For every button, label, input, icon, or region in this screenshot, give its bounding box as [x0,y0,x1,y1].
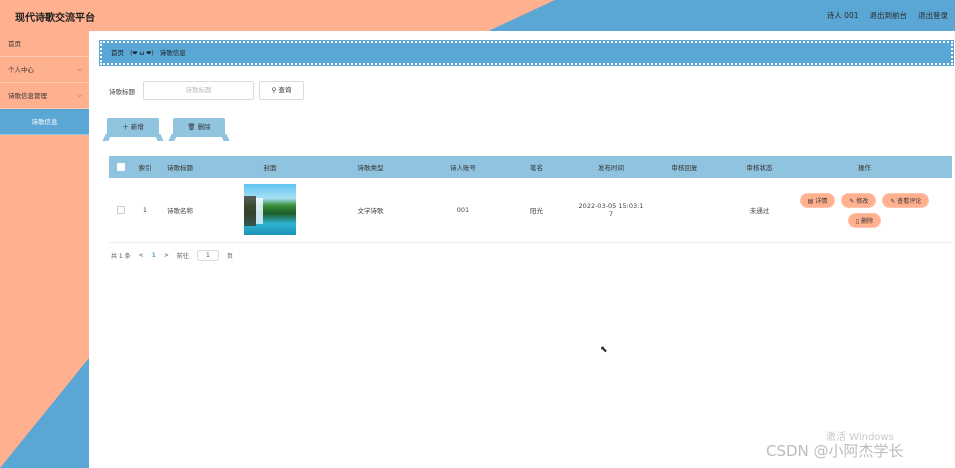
edit-icon: ✎ [890,197,896,205]
row-delete-button-label: 删除 [861,217,874,225]
row-account: 001 [456,206,470,214]
row-publish-time: 2022-03-05 15:03:1 7 [575,202,647,218]
sidebar-item-label: 诗歌信息管理 [8,92,47,100]
delete-button-label: 删除 [197,123,211,131]
header-index: 索引 [138,164,152,172]
view-comments-button-label: 查看评论 [897,197,922,205]
poetry-table: 索引 诗歌标题 封面 诗歌类型 诗人账号 笔名 发布时间 审核回复 审核状态 操… [109,156,952,243]
header-cover: 封面 [263,164,277,172]
edit-icon: ✎ [849,197,855,205]
chevron-down-icon: ⌵ [77,92,82,99]
trash-icon: 🗑 [187,123,196,131]
row-title: 诗歌名称 [167,207,193,215]
detail-button[interactable]: ▤ 详情 [799,192,836,208]
batch-delete-button[interactable]: 🗑 删除 [173,118,225,137]
row-ops-group: ▤ 详情 ✎ 修改 ✎ 查看评论 ▯ 删除 [797,192,932,228]
plus-icon: ＋ [122,123,129,131]
header-operations: 操作 [858,164,871,172]
row-pen-name: 阳光 [530,207,543,215]
goto-suffix: 页 [226,253,233,260]
goto-label: 前往 [176,253,189,260]
cover-waterfall-shape [256,197,263,224]
row-operations: ▤ 详情 ✎ 修改 ✎ 查看评论 ▯ 删除 [797,192,932,228]
sidebar-item-poetry-management[interactable]: 诗歌信息管理 ⌵ [0,83,89,109]
header-pen-name: 笔名 [530,164,543,172]
header-publish-time: 发布时间 [598,164,624,172]
trash-icon: ▯ [855,217,860,225]
search-icon: ⚲ [271,86,277,94]
row-publish-time-line2: 7 [608,210,614,218]
table-header: 索引 诗歌标题 封面 诗歌类型 诗人账号 笔名 发布时间 审核回复 审核状态 操… [109,156,952,178]
title-search-input[interactable]: 诗歌标题 [143,81,254,100]
top-header: 现代诗歌交流平台 诗人 001 退出到前台 退出登录 [0,0,955,31]
breadcrumb-separator: (❤ ω ❤) [130,50,154,57]
table-row: 1 诗歌名称 文学诗歌 001 阳光 2022-03-05 15:03:1 7 … [109,178,952,243]
search-label: 诗歌标题 [109,87,135,96]
edit-button-label: 修改 [856,197,869,205]
csdn-watermark: CSDN @小阿杰学长 [766,442,904,460]
header-title: 诗歌标题 [167,164,193,172]
breadcrumb-current: 诗歌信息 [159,49,186,57]
header-type: 诗歌类型 [357,164,384,172]
mouse-cursor-icon: ⬉ [600,345,608,355]
row-type: 文学诗歌 [357,207,384,215]
pagination: 共 1 条 < 1 > 前往 1 页 [111,250,233,261]
query-button[interactable]: ⚲ 查询 [259,81,304,100]
search-bar: 诗歌标题 诗歌标题 ⚲ 查询 [109,81,304,100]
header-account: 诗人账号 [450,164,476,172]
breadcrumb-home[interactable]: 首页 [111,49,124,57]
edit-button[interactable]: ✎ 修改 [841,192,877,208]
back-to-front-link[interactable]: 退出到前台 [870,10,908,21]
row-select-cell [109,206,133,214]
sidebar-item-home[interactable]: 首页 [0,31,89,57]
action-buttons: ＋ 新增 🗑 删除 [107,118,225,137]
select-all-checkbox[interactable] [117,163,125,171]
row-index: 1 [142,206,148,214]
sidebar-item-personal-center[interactable]: 个人中心 ⌵ [0,57,89,83]
next-page-button[interactable]: > [164,252,169,259]
sidebar-item-label: 首页 [8,40,21,48]
sidebar-submenu: 诗歌信息 [0,109,89,135]
app-title: 现代诗歌交流平台 [15,13,95,24]
row-review-status: 未通过 [749,207,770,215]
header-review-status: 审核状态 [746,164,773,172]
header-review-reply: 审核回复 [671,164,698,172]
select-all-cell [109,163,133,171]
sidebar-blue-decoration [0,358,89,468]
document-icon: ▤ [807,197,814,205]
view-comments-button[interactable]: ✎ 查看评论 [882,192,930,208]
sidebar: 首页 个人中心 ⌵ 诗歌信息管理 ⌵ 诗歌信息 [0,31,89,468]
cover-rock-shape [244,195,256,226]
user-name-link[interactable]: 诗人 001 [827,10,859,21]
chevron-down-icon: ⌵ [77,66,82,73]
sidebar-item-label: 诗歌信息 [31,118,58,126]
cover-image[interactable] [244,183,296,235]
detail-button-label: 详情 [815,197,828,205]
prev-page-button[interactable]: < [139,252,144,259]
page-number-current[interactable]: 1 [152,252,156,259]
row-checkbox[interactable] [117,206,125,214]
query-button-label: 查询 [278,86,292,94]
sidebar-item-label: 个人中心 [8,66,34,74]
add-button[interactable]: ＋ 新增 [107,118,159,137]
sidebar-item-poetry-info[interactable]: 诗歌信息 [0,109,89,135]
row-cover-cell [227,183,313,237]
logout-link[interactable]: 退出登录 [918,10,948,21]
breadcrumb: 首页 (❤ ω ❤) 诗歌信息 [99,40,954,66]
header-nav: 诗人 001 退出到前台 退出登录 [827,10,948,21]
pagination-total: 共 1 条 [111,253,131,260]
goto-page-input[interactable]: 1 [196,250,219,261]
add-button-label: 新增 [130,123,144,131]
row-publish-time-line1: 2022-03-05 15:03:1 [578,202,644,210]
row-delete-button[interactable]: ▯ 删除 [847,212,882,228]
